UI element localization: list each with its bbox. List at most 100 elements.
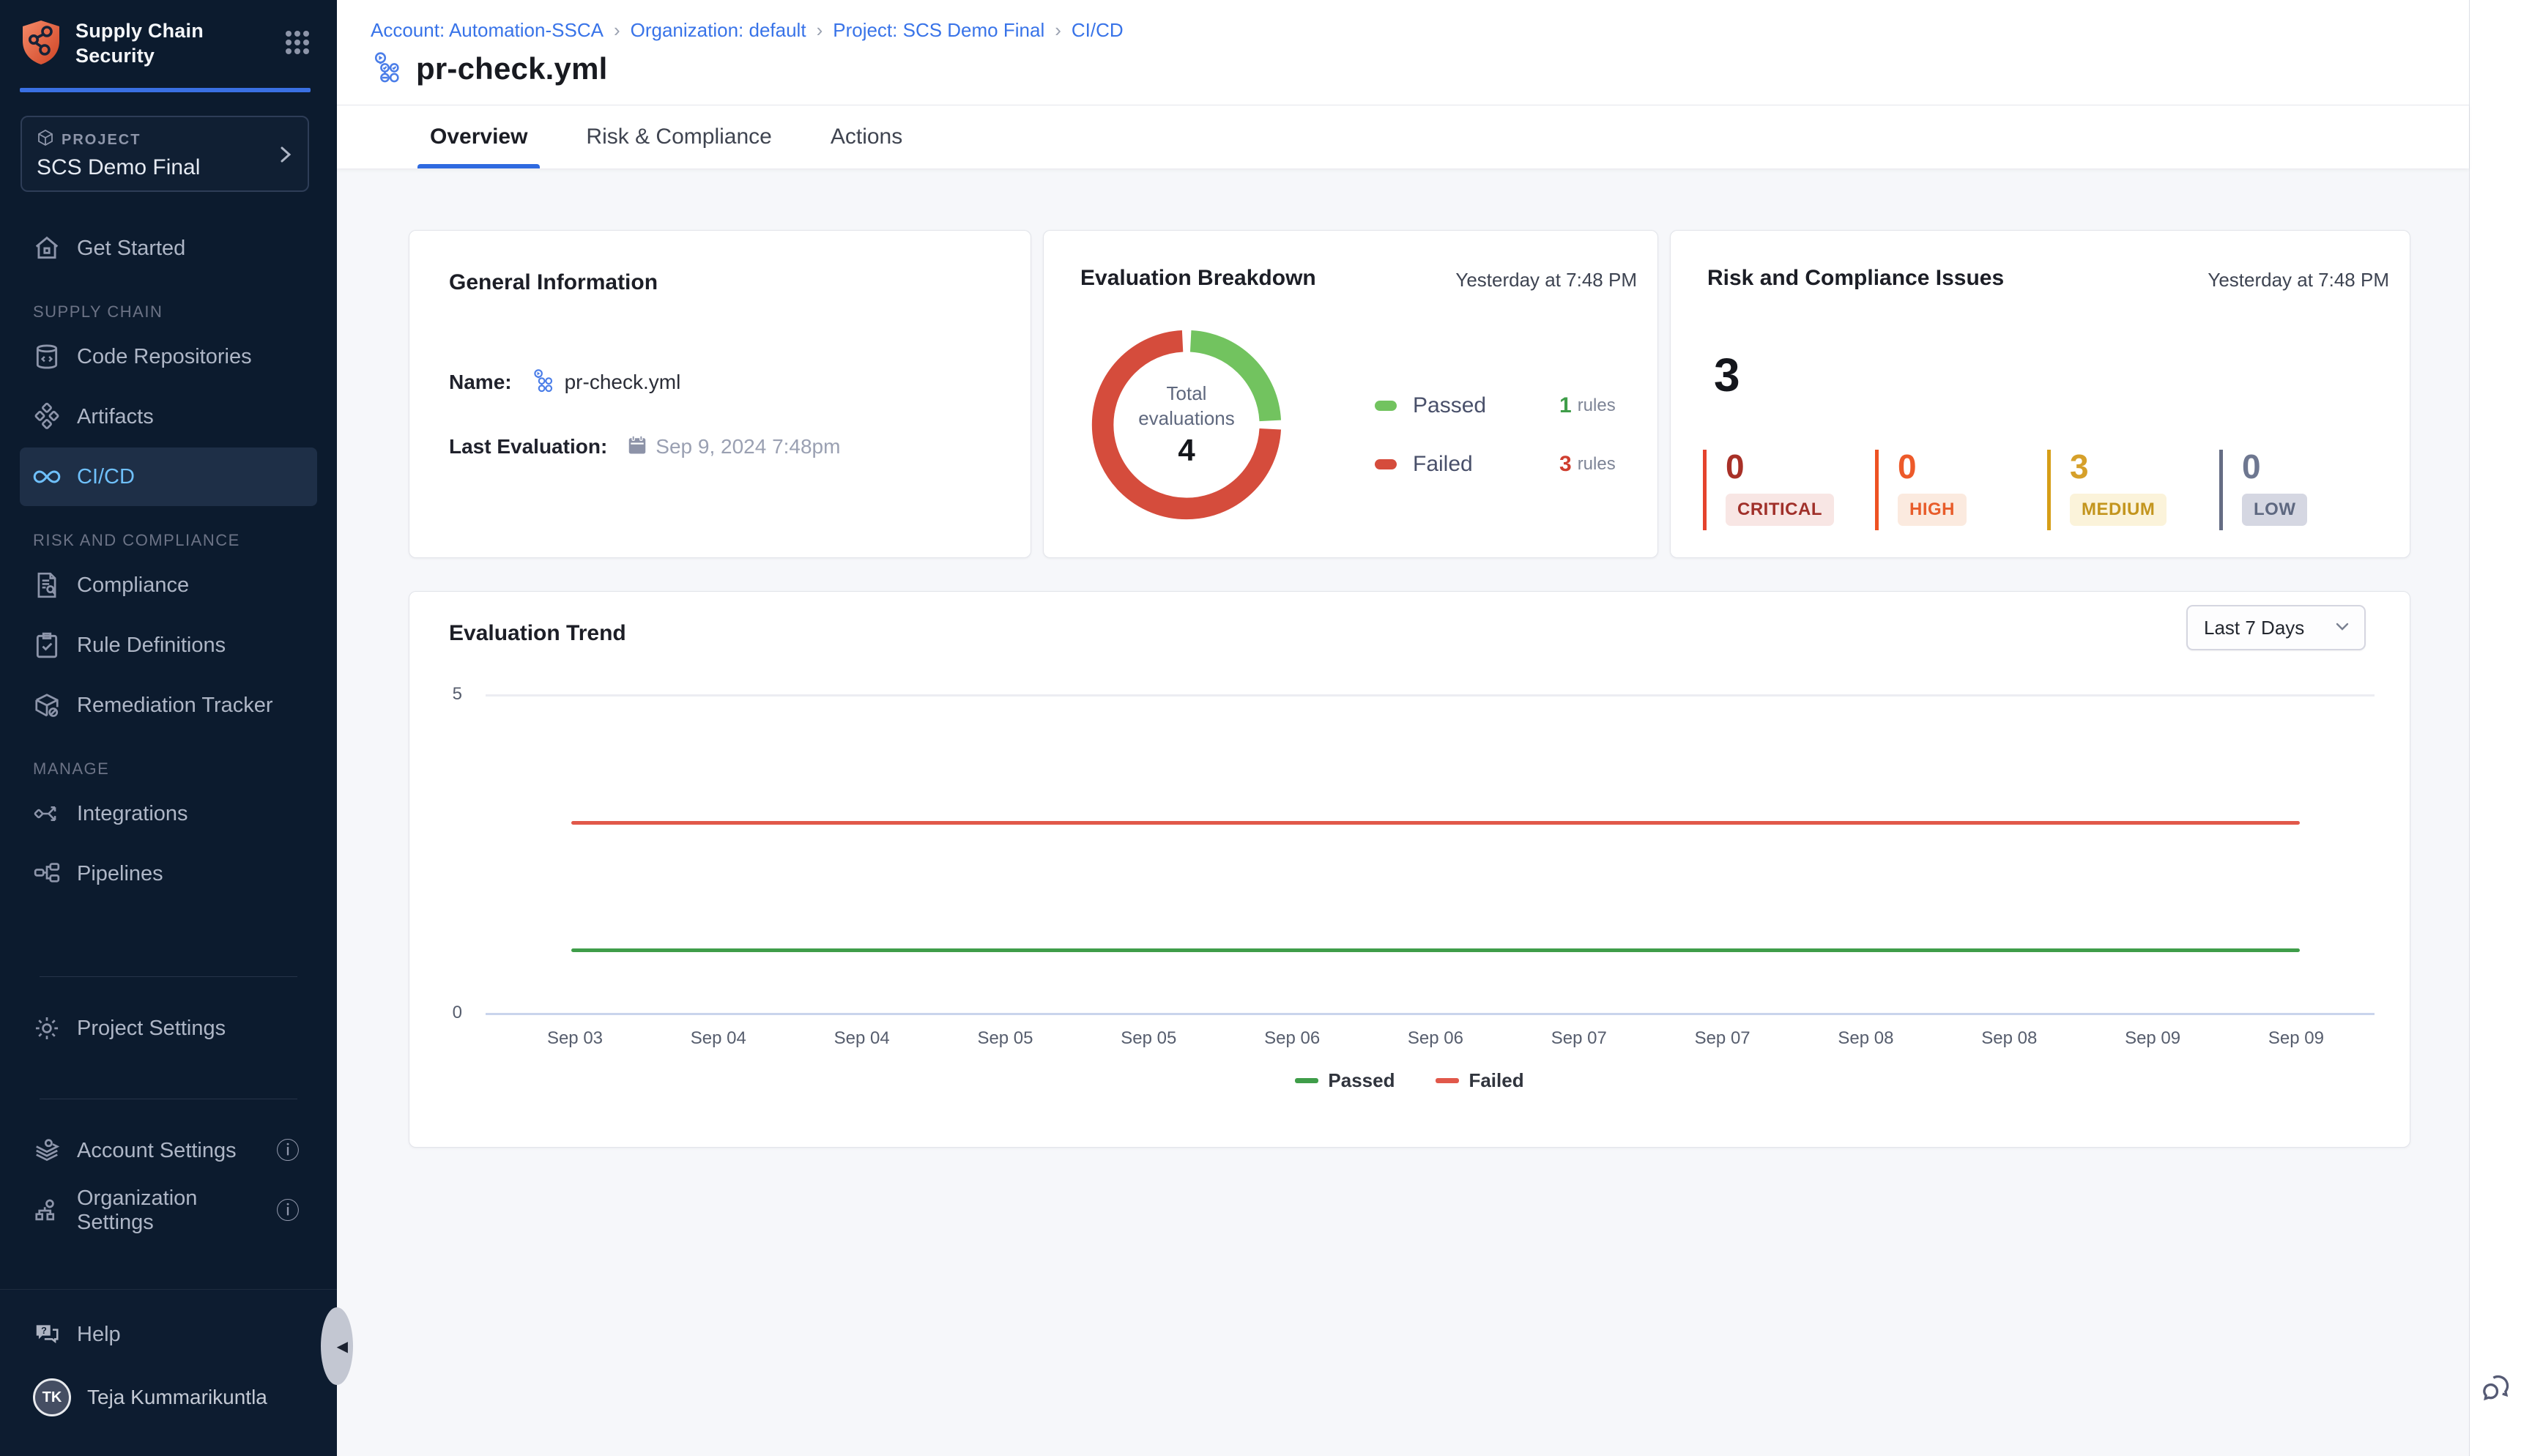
info-icon[interactable]: ⓘ	[276, 1139, 300, 1162]
sidebar-item-compliance[interactable]: Compliance	[20, 556, 317, 614]
sidebar-item-account-settings[interactable]: Account Settings ⓘ	[20, 1121, 317, 1180]
sidebar-item-label: Help	[77, 1323, 121, 1347]
evaluation-trend-card: Evaluation Trend Last 7 Days 5 0 Sep 03 S…	[409, 591, 2410, 1148]
svg-text:?: ?	[41, 1326, 47, 1336]
low-badge: LOW	[2242, 494, 2307, 526]
legend-item-passed: Passed	[1295, 1069, 1395, 1092]
card-title: Evaluation Trend	[449, 621, 626, 646]
sidebar-item-code-repositories[interactable]: Code Repositories	[20, 327, 317, 386]
y-axis-tick-0: 0	[426, 1003, 462, 1023]
breadcrumb: Account: Automation-SSCA › Organization:…	[371, 19, 2469, 42]
info-icon[interactable]: ⓘ	[276, 1199, 300, 1222]
x-tick-label: Sep 05	[957, 1028, 1052, 1049]
sidebar-item-label: Project Settings	[77, 1017, 226, 1041]
sidebar-item-label: Artifacts	[77, 405, 154, 429]
page-header: Account: Automation-SSCA › Organization:…	[337, 0, 2469, 105]
last-evaluation-row: Last Evaluation: Sep 9, 2024 7:48pm	[449, 434, 991, 459]
card-title: General Information	[449, 270, 991, 295]
chevron-right-icon	[275, 144, 294, 168]
breadcrumb-cicd-link[interactable]: CI/CD	[1072, 19, 1124, 42]
nav-section-risk-compliance: RISK AND COMPLIANCE	[33, 531, 317, 551]
pipeline-file-icon	[371, 49, 406, 88]
pipelines-icon	[33, 860, 61, 888]
sidebar-footer: ? Help TK Teja Kummarikuntla	[0, 1289, 337, 1456]
sidebar-item-remediation-tracker[interactable]: Remediation Tracker	[20, 676, 317, 735]
sidebar-item-organization-settings[interactable]: Organization Settings ⓘ	[20, 1181, 317, 1240]
breadcrumb-separator: ›	[1055, 19, 1061, 42]
card-title: Evaluation Breakdown	[1080, 266, 1316, 291]
name-label: Name:	[449, 371, 512, 394]
date-range-dropdown[interactable]: Last 7 Days	[2186, 605, 2366, 650]
sidebar-item-pipelines[interactable]: Pipelines	[20, 844, 317, 903]
chat-support-icon[interactable]	[2480, 1372, 2512, 1408]
legend-row-failed: Failed 3 rules	[1375, 452, 1616, 477]
last-evaluation-label: Last Evaluation:	[449, 435, 607, 458]
sidebar-item-label: Compliance	[77, 573, 189, 598]
breadcrumb-organization-link[interactable]: Organization: default	[631, 19, 806, 42]
layers-gear-icon	[33, 1137, 61, 1165]
project-name: SCS Demo Final	[37, 155, 293, 180]
remediation-box-icon	[33, 691, 61, 719]
tab-actions[interactable]: Actions	[818, 105, 915, 168]
name-value: pr-check.yml	[565, 371, 681, 394]
compliance-doc-icon	[33, 571, 61, 599]
high-count: 0	[1898, 450, 2047, 483]
failed-legend-swatch	[1375, 459, 1397, 469]
sidebar-item-help[interactable]: ? Help	[20, 1309, 317, 1360]
page: Supply ChainSecurity PROJECT SC	[0, 0, 2521, 1456]
trend-legend: Passed Failed	[409, 1069, 2410, 1092]
user-menu[interactable]: TK Teja Kummarikuntla	[20, 1372, 317, 1423]
x-tick-label: Sep 04	[814, 1028, 910, 1049]
sidebar-item-rule-definitions[interactable]: Rule Definitions	[20, 616, 317, 675]
failed-trend-line	[571, 821, 2300, 825]
integrations-icon	[33, 800, 61, 828]
sidebar-item-label: Code Repositories	[77, 345, 252, 369]
project-cube-icon	[37, 129, 54, 151]
failed-count: 3	[1559, 452, 1572, 477]
project-label: PROJECT	[62, 132, 141, 149]
donut-center-label: Totalevaluations 4	[1082, 320, 1291, 530]
sidebar-item-label: CI/CD	[77, 465, 135, 489]
y-axis-tick-5: 5	[426, 684, 462, 705]
x-tick-label: Sep 07	[1531, 1028, 1627, 1049]
passed-count: 1	[1559, 393, 1572, 418]
high-badge: HIGH	[1898, 494, 1967, 526]
sidebar-item-label: Account Settings	[77, 1139, 237, 1163]
tab-risk-compliance[interactable]: Risk & Compliance	[573, 105, 784, 168]
collapse-arrow-icon: ◀	[337, 1337, 348, 1356]
avatar: TK	[33, 1378, 71, 1416]
evaluation-breakdown-card: Evaluation Breakdown Yesterday at 7:48 P…	[1043, 230, 1658, 558]
gear-icon	[33, 1014, 61, 1042]
project-selector[interactable]: PROJECT SCS Demo Final	[21, 116, 309, 192]
artifacts-icon	[33, 403, 61, 431]
critical-badge: CRITICAL	[1726, 494, 1834, 526]
legend-item-failed: Failed	[1436, 1069, 1523, 1092]
sidebar-item-cicd[interactable]: CI/CD	[20, 447, 317, 506]
sidebar-header: Supply ChainSecurity	[0, 0, 337, 88]
failed-legend-dash	[1436, 1078, 1459, 1083]
nav-section-manage: MANAGE	[33, 759, 317, 780]
sidebar-item-integrations[interactable]: Integrations	[20, 784, 317, 843]
legend-row-passed: Passed 1 rules	[1375, 393, 1616, 418]
content: General Information Name:	[337, 168, 2469, 1456]
sidebar-collapse-handle[interactable]: ◀	[321, 1307, 353, 1385]
sidebar-item-get-started[interactable]: Get Started	[20, 219, 317, 278]
breadcrumb-separator: ›	[614, 19, 620, 42]
sidebar-item-artifacts[interactable]: Artifacts	[20, 387, 317, 446]
breadcrumb-account-link[interactable]: Account: Automation-SSCA	[371, 19, 604, 42]
sidebar-item-label: Integrations	[77, 802, 188, 826]
home-icon	[33, 234, 61, 262]
sidebar-item-label: Rule Definitions	[77, 634, 226, 658]
total-issues-value: 3	[1714, 348, 1740, 402]
tab-bar: Overview Risk & Compliance Actions	[337, 105, 2469, 168]
breadcrumb-project-link[interactable]: Project: SCS Demo Final	[833, 19, 1044, 42]
tab-overview[interactable]: Overview	[417, 105, 540, 168]
gridline-top	[486, 694, 2375, 697]
help-chat-icon: ?	[33, 1321, 61, 1348]
severity-breakdown: 0 CRITICAL 0 HIGH 3 MEDIUM 0	[1703, 450, 2391, 530]
x-axis-line	[486, 1013, 2375, 1015]
passed-legend-swatch	[1375, 401, 1397, 411]
module-switcher-icon[interactable]	[284, 29, 311, 59]
x-tick-label: Sep 03	[527, 1028, 623, 1049]
sidebar-item-project-settings[interactable]: Project Settings	[20, 999, 317, 1058]
